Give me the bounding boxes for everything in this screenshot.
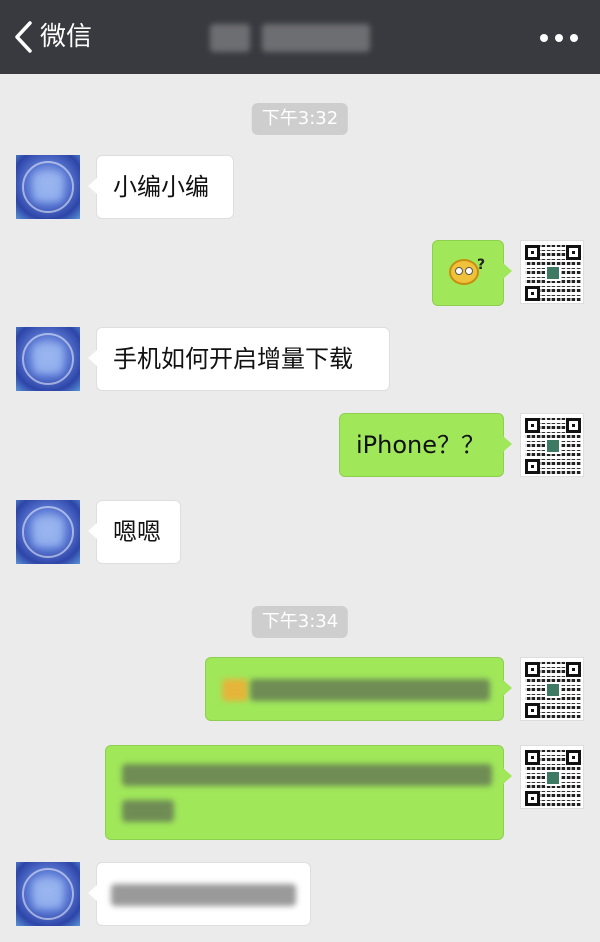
blurred-text bbox=[111, 884, 296, 906]
received-message[interactable]: 嗯嗯 bbox=[88, 500, 181, 564]
friend-avatar[interactable] bbox=[16, 862, 80, 926]
my-avatar[interactable] bbox=[520, 745, 584, 809]
chat-title-blurred bbox=[210, 24, 370, 52]
received-message-blurred[interactable] bbox=[88, 862, 311, 926]
sent-message-blurred[interactable] bbox=[205, 657, 512, 721]
confused-face-emoji: ? bbox=[449, 257, 485, 285]
blurred-text bbox=[250, 679, 490, 701]
message-text: 手机如何开启增量下载 bbox=[113, 345, 353, 373]
blurred-text bbox=[122, 800, 174, 822]
timestamp: 下午3:34 bbox=[251, 606, 349, 638]
back-label: 微信 bbox=[40, 22, 93, 52]
more-dots-icon[interactable] bbox=[540, 34, 578, 42]
sent-emoji-message[interactable]: ? bbox=[432, 240, 512, 306]
received-message[interactable]: 手机如何开启增量下载 bbox=[88, 327, 390, 391]
my-avatar[interactable] bbox=[520, 413, 584, 477]
friend-avatar[interactable] bbox=[16, 500, 80, 564]
blurred-text bbox=[122, 764, 492, 786]
blurred-emoji bbox=[222, 679, 248, 701]
message-text: 嗯嗯 bbox=[113, 518, 161, 546]
message-text: 小编小编 bbox=[113, 173, 209, 201]
received-message[interactable]: 小编小编 bbox=[88, 155, 234, 219]
chevron-left-icon bbox=[15, 21, 32, 53]
message-text: iPhone？？ bbox=[356, 431, 486, 459]
friend-avatar[interactable] bbox=[16, 327, 80, 391]
back-button[interactable]: 微信 bbox=[14, 20, 92, 54]
friend-avatar[interactable] bbox=[16, 155, 80, 219]
my-avatar[interactable] bbox=[520, 240, 584, 304]
my-avatar[interactable] bbox=[520, 657, 584, 721]
sent-message[interactable]: iPhone？？ bbox=[339, 413, 512, 477]
timestamp: 下午3:32 bbox=[251, 103, 349, 135]
chat-header: 微信 bbox=[0, 0, 600, 74]
sent-message-blurred[interactable] bbox=[105, 745, 512, 840]
